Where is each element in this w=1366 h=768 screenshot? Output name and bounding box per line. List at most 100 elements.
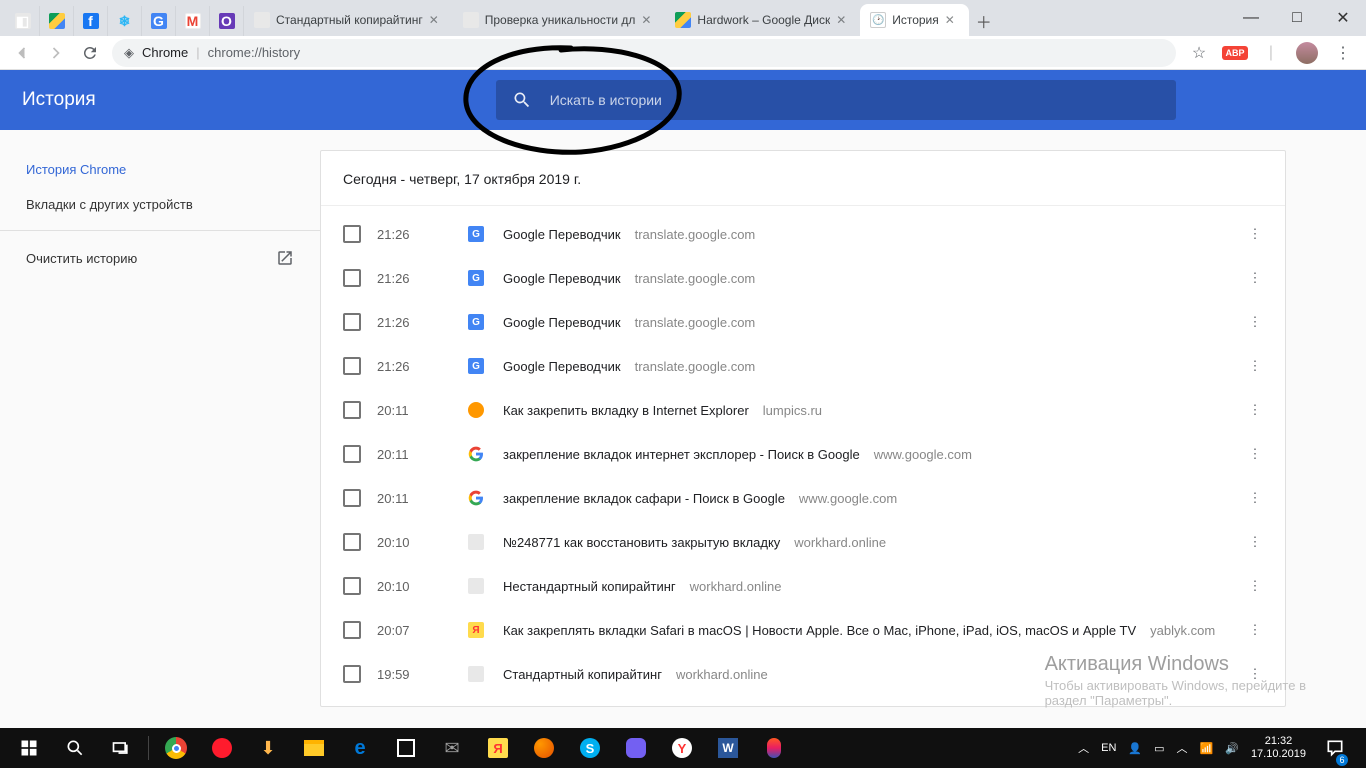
entry-title: Google Переводчик [503, 227, 621, 242]
tab-close-icon[interactable]: ✕ [836, 13, 850, 27]
task-view-button[interactable] [98, 728, 144, 768]
pinned-tab[interactable] [40, 6, 74, 36]
new-tab-button[interactable]: ＋ [969, 6, 999, 36]
history-entry[interactable]: 20:10 Нестандартный копирайтинг workhard… [321, 564, 1285, 608]
taskbar-edge[interactable]: e [337, 728, 383, 768]
tray-language[interactable]: EN [1101, 742, 1116, 754]
taskbar-opera[interactable] [199, 728, 245, 768]
entry-domain: workhard.online [794, 535, 886, 550]
tray-expand-icon[interactable]: ︿ [1078, 740, 1089, 756]
pinned-tab[interactable]: ❄ [108, 6, 142, 36]
history-entry[interactable]: 20:11 закрепление вкладок интернет экспл… [321, 432, 1285, 476]
browser-tab[interactable]: Hardwork – Google Диск✕ [665, 4, 860, 36]
search-button[interactable] [52, 728, 98, 768]
history-entry[interactable]: 20:10 №248771 как восстановить закрытую … [321, 520, 1285, 564]
maximize-button[interactable]: □ [1274, 0, 1320, 36]
entry-more-button[interactable]: ⋮ [1243, 622, 1267, 638]
clear-history-label: Очистить историю [26, 251, 137, 266]
entry-checkbox[interactable] [343, 489, 361, 507]
tab-close-icon[interactable]: ✕ [945, 13, 959, 27]
entry-checkbox[interactable] [343, 401, 361, 419]
tray-expand-icon-2[interactable]: ︿ [1177, 740, 1188, 756]
browser-tab[interactable]: Стандартный копирайтинг ✕ [244, 4, 453, 36]
entry-more-button[interactable]: ⋮ [1243, 358, 1267, 374]
sidebar-item[interactable]: История Chrome [0, 152, 320, 187]
entry-more-button[interactable]: ⋮ [1243, 402, 1267, 418]
history-search-input[interactable] [550, 92, 1160, 108]
system-tray[interactable]: ︿ EN 👤 ▭ ︿ 📶 🔊 21:32 17.10.2019 [1078, 728, 1360, 768]
entry-checkbox[interactable] [343, 533, 361, 551]
tray-battery-icon[interactable]: ▭ [1154, 742, 1164, 755]
minimize-button[interactable]: — [1228, 0, 1274, 36]
taskbar-mail[interactable]: ✉ [429, 728, 475, 768]
bookmark-star-icon[interactable]: ☆ [1186, 40, 1212, 66]
pinned-tab[interactable]: M [176, 6, 210, 36]
clear-history-button[interactable]: Очистить историю [0, 239, 320, 277]
back-button[interactable] [10, 41, 34, 65]
taskbar-clock[interactable]: 21:32 17.10.2019 [1251, 735, 1306, 761]
history-entry[interactable]: 20:11 закрепление вкладок сафари - Поиск… [321, 476, 1285, 520]
entry-title: Google Переводчик [503, 315, 621, 330]
entry-more-button[interactable]: ⋮ [1243, 534, 1267, 550]
taskbar-viber[interactable] [613, 728, 659, 768]
entry-checkbox[interactable] [343, 577, 361, 595]
profile-avatar[interactable] [1294, 40, 1320, 66]
start-button[interactable] [6, 728, 52, 768]
entry-checkbox[interactable] [343, 357, 361, 375]
history-entry[interactable]: 21:26 G Google Переводчик translate.goog… [321, 300, 1285, 344]
tab-close-icon[interactable]: ✕ [429, 13, 443, 27]
abp-extension-icon[interactable]: ABP [1222, 40, 1248, 66]
pinned-tab[interactable]: ◧ [6, 6, 40, 36]
entry-checkbox[interactable] [343, 269, 361, 287]
entry-more-button[interactable]: ⋮ [1243, 226, 1267, 242]
history-entry[interactable]: 21:26 G Google Переводчик translate.goog… [321, 344, 1285, 388]
entry-checkbox[interactable] [343, 665, 361, 683]
entry-checkbox[interactable] [343, 225, 361, 243]
tray-wifi-icon[interactable]: 📶 [1200, 742, 1214, 755]
history-entry[interactable]: 20:11 Как закрепить вкладку в Internet E… [321, 388, 1285, 432]
close-window-button[interactable]: ✕ [1320, 0, 1366, 36]
taskbar-yabrowser[interactable]: Y [659, 728, 705, 768]
date-heading: Сегодня - четверг, 17 октября 2019 г. [321, 151, 1285, 205]
entry-checkbox[interactable] [343, 621, 361, 639]
browser-tab[interactable]: Проверка уникальности дл✕ [453, 4, 666, 36]
pinned-tab[interactable]: f [74, 6, 108, 36]
action-center-button[interactable] [1318, 728, 1352, 768]
taskbar-firefox[interactable] [521, 728, 567, 768]
taskbar-skype[interactable]: S [567, 728, 613, 768]
pinned-tab[interactable]: O [210, 6, 244, 36]
history-entry[interactable]: 20:07 Я Как закреплять вкладки Safari в … [321, 608, 1285, 652]
sidebar-item[interactable]: Вкладки с других устройств [0, 187, 320, 222]
entry-checkbox[interactable] [343, 445, 361, 463]
omnibox[interactable]: ◈ Chrome | chrome://history [112, 39, 1176, 67]
taskbar-downloads[interactable]: ⬇ [245, 728, 291, 768]
tab-close-icon[interactable]: ✕ [641, 13, 655, 27]
chrome-menu-button[interactable]: ⋮ [1330, 40, 1356, 66]
tray-people-icon[interactable]: 👤 [1128, 742, 1142, 755]
history-entry[interactable]: 21:26 G Google Переводчик translate.goog… [321, 256, 1285, 300]
entry-more-button[interactable]: ⋮ [1243, 270, 1267, 286]
tab-title: Стандартный копирайтинг [276, 13, 423, 27]
browser-tab[interactable]: 🕑История✕ [860, 4, 969, 36]
site-info-icon[interactable]: ◈ [124, 45, 134, 61]
taskbar-app[interactable] [751, 728, 797, 768]
entry-more-button[interactable]: ⋮ [1243, 446, 1267, 462]
taskbar-store[interactable] [383, 728, 429, 768]
reload-button[interactable] [78, 41, 102, 65]
entry-checkbox[interactable] [343, 313, 361, 331]
pinned-tab[interactable]: G [142, 6, 176, 36]
taskbar-yandex[interactable]: Я [475, 728, 521, 768]
forward-button[interactable] [44, 41, 68, 65]
history-entry[interactable]: 21:26 G Google Переводчик translate.goog… [321, 212, 1285, 256]
entry-more-button[interactable]: ⋮ [1243, 666, 1267, 682]
entry-more-button[interactable]: ⋮ [1243, 490, 1267, 506]
tray-volume-icon[interactable]: 🔊 [1225, 742, 1239, 755]
entry-more-button[interactable]: ⋮ [1243, 314, 1267, 330]
taskbar-explorer[interactable] [291, 728, 337, 768]
history-entry[interactable]: 19:59 Стандартный копирайтинг workhard.o… [321, 652, 1285, 696]
taskbar-word[interactable]: W [705, 728, 751, 768]
entry-time: 20:10 [377, 579, 467, 594]
taskbar-chrome[interactable] [153, 728, 199, 768]
entry-more-button[interactable]: ⋮ [1243, 578, 1267, 594]
history-search-box[interactable] [496, 80, 1176, 120]
